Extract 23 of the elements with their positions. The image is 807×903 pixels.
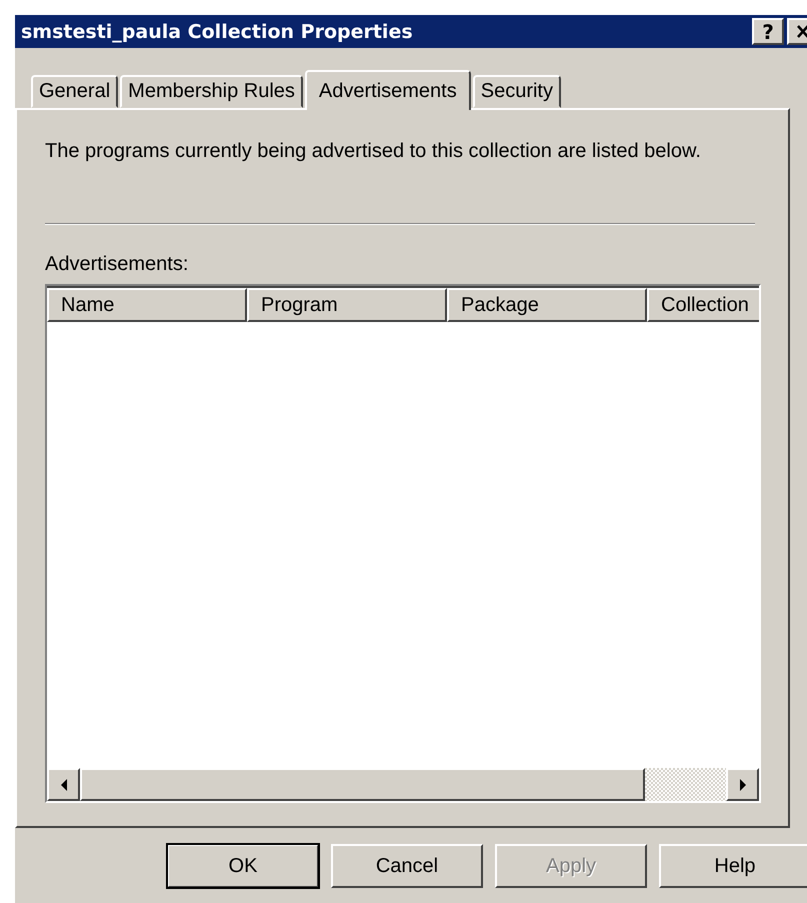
advertisements-label: Advertisements: bbox=[45, 253, 190, 276]
scroll-thumb[interactable] bbox=[80, 768, 645, 801]
advertisements-list[interactable]: Name Program Package Collection bbox=[45, 284, 761, 803]
column-header[interactable]: Name bbox=[47, 288, 247, 322]
dialog-button[interactable]: Cancel bbox=[331, 844, 483, 888]
dialog-button[interactable]: OK bbox=[167, 844, 319, 888]
scroll-left-button[interactable] bbox=[47, 768, 80, 801]
close-icon bbox=[796, 25, 807, 38]
window-title: smstesti_paula Collection Properties bbox=[21, 20, 414, 42]
scroll-right-button[interactable] bbox=[726, 768, 759, 801]
tab[interactable]: Membership Rules bbox=[120, 75, 303, 108]
right-arrow-icon bbox=[738, 778, 746, 790]
help-button[interactable]: ? bbox=[752, 18, 784, 45]
column-header[interactable]: Program bbox=[247, 288, 447, 322]
left-arrow-icon bbox=[60, 778, 68, 790]
description-text: The programs currently being advertised to this collection are listed below. bbox=[45, 140, 702, 163]
column-header[interactable]: Collection bbox=[647, 288, 759, 322]
tab[interactable]: General bbox=[31, 75, 118, 108]
tab[interactable]: Advertisements bbox=[304, 70, 471, 110]
dialog-button[interactable]: Help bbox=[659, 844, 807, 888]
column-header[interactable]: Package bbox=[447, 288, 647, 322]
horizontal-scrollbar[interactable] bbox=[47, 768, 759, 801]
tab[interactable]: Security bbox=[472, 75, 561, 108]
